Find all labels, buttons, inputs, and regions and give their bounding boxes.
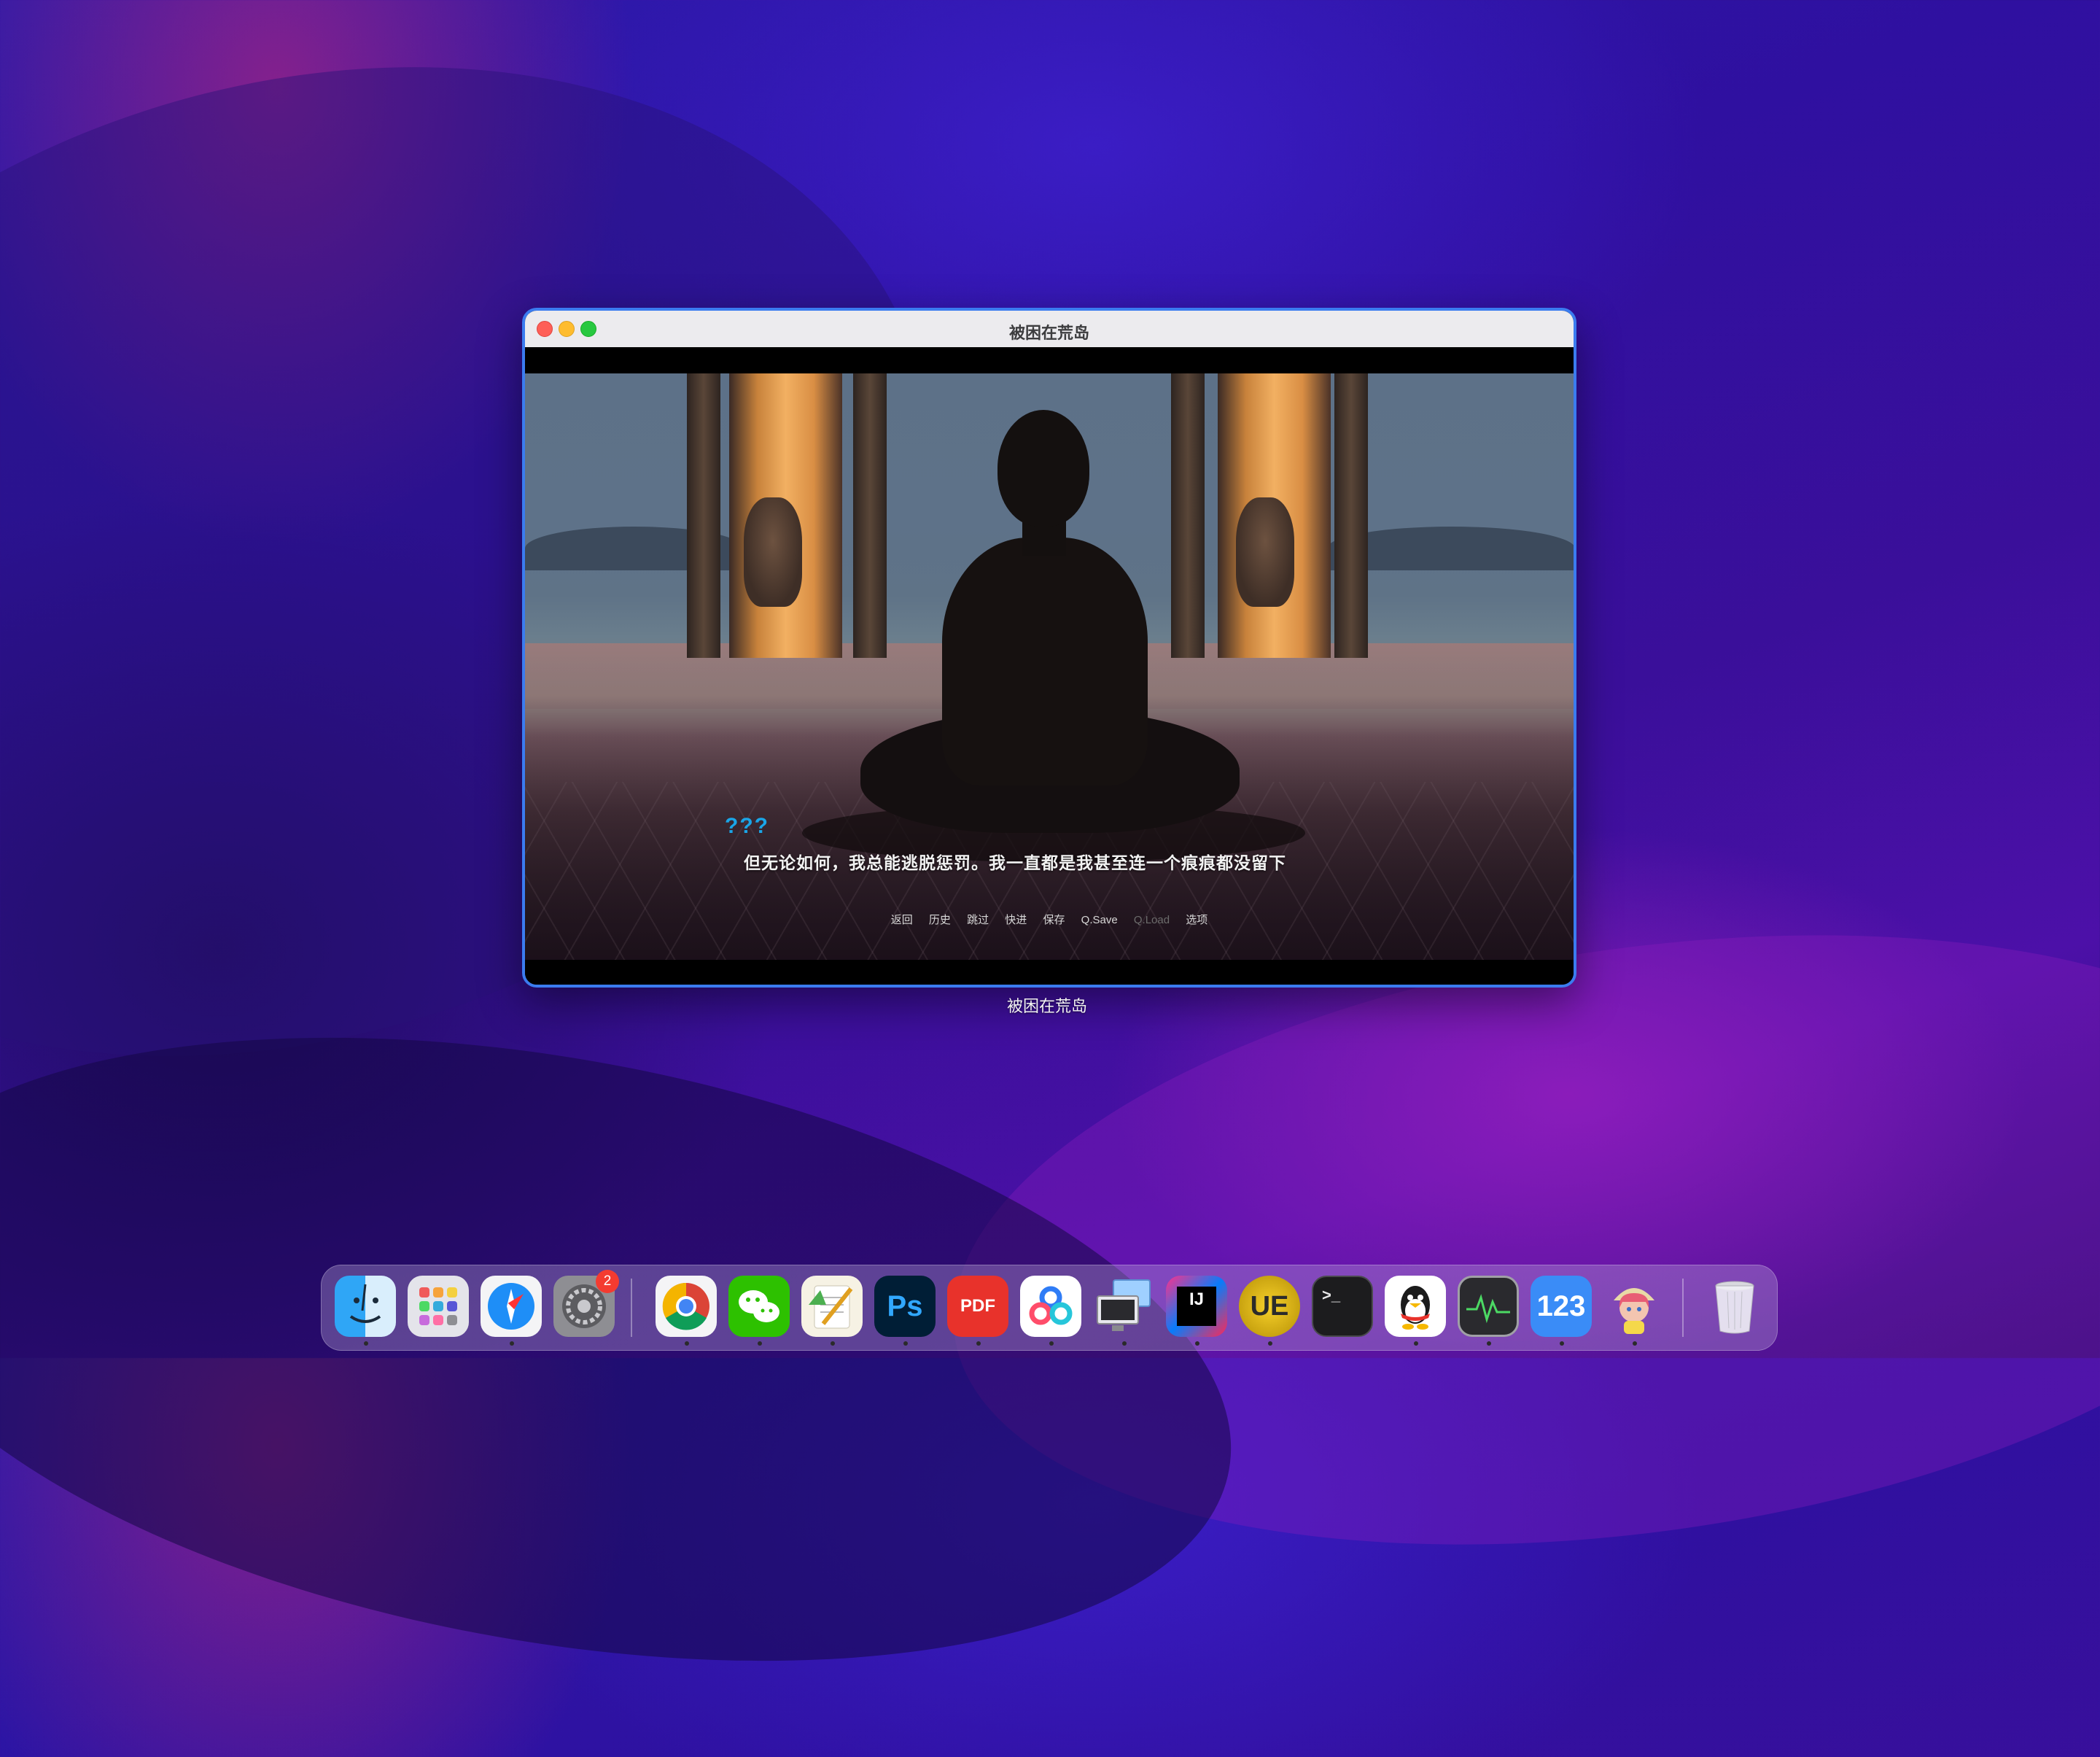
window-titlebar[interactable]: 被困在荒岛 [525,311,1574,348]
dock-separator [631,1279,632,1337]
scene-pillar [853,373,887,658]
quick-menu-save[interactable]: 保存 [1043,912,1065,927]
quick-menu-history[interactable]: 历史 [929,912,951,927]
running-indicator [831,1341,835,1346]
quick-menu-quick-load[interactable]: Q.Load [1134,914,1170,926]
scene-urn [1236,497,1294,607]
screen-sharing-icon[interactable] [1093,1276,1154,1337]
wechat-icon[interactable] [728,1276,790,1337]
running-indicator [1268,1341,1272,1346]
quick-menu: 返回 历史 跳过 快进 保存 Q.Save Q.Load 选项 [525,912,1574,927]
running-indicator [1560,1341,1564,1346]
123-pan-icon[interactable]: 123 [1531,1276,1592,1337]
running-indicator [1487,1341,1491,1346]
running-indicator [510,1341,514,1346]
running-indicator [1414,1341,1418,1346]
scene-pillar [687,373,720,658]
intellij-label: IJ [1177,1287,1216,1326]
running-indicator [903,1341,908,1346]
textedit-icon[interactable] [801,1276,863,1337]
game-view[interactable]: ??? 但无论如何，我总能逃脱惩罚。我一直都是我甚至连一个痕痕都没留下 返回 历… [525,347,1574,985]
qq-icon[interactable] [1385,1276,1446,1337]
system-settings-icon[interactable]: 2 [553,1270,619,1337]
quick-menu-back[interactable]: 返回 [891,912,913,927]
game-window[interactable]: 被困在荒岛 ??? 但无论如何，我总能逃脱惩罚。我一直都是我甚至连一个痕痕都没留… [522,308,1576,988]
running-indicator [1633,1341,1637,1346]
quick-menu-auto[interactable]: 快进 [1005,912,1027,927]
scene-urn [744,497,802,607]
speaker-name: ??? [725,814,769,838]
123-pan-label: 123 [1531,1276,1592,1337]
terminal-icon[interactable]: >_ [1312,1276,1373,1337]
launchpad-icon[interactable] [408,1276,469,1337]
running-indicator [1049,1341,1054,1346]
running-indicator [685,1341,689,1346]
photoshop-label: Ps [874,1276,936,1337]
running-indicator [758,1341,762,1346]
dock: 2 Ps PDF IJ UE >_ 123 [321,1265,1778,1351]
scene-pillar [1334,373,1368,658]
running-indicator [976,1341,981,1346]
character-silhouette-head [998,410,1089,527]
dialogue-text[interactable]: 但无论如何，我总能逃脱惩罚。我一直都是我甚至连一个痕痕都没留下 [744,849,1286,874]
quick-menu-skip[interactable]: 跳过 [967,912,989,927]
finder-icon[interactable] [335,1276,396,1337]
window-label: 被困在荒岛 [1006,997,1087,1015]
scene-pillar [1171,373,1205,658]
intellij-idea-icon[interactable]: IJ [1166,1276,1227,1337]
dock-separator [1682,1279,1684,1337]
character-silhouette-torso [942,538,1148,786]
terminal-label: >_ [1312,1276,1373,1337]
running-indicator [1122,1341,1127,1346]
running-indicator [364,1341,368,1346]
pdf-label: PDF [947,1276,1008,1337]
game-app-icon[interactable] [1603,1276,1665,1337]
ultraedit-icon[interactable]: UE [1239,1276,1300,1337]
quick-menu-quick-save[interactable]: Q.Save [1081,914,1118,926]
baidu-netdisk-icon[interactable] [1020,1276,1081,1337]
ultraedit-label: UE [1239,1276,1300,1337]
quick-menu-preferences[interactable]: 选项 [1186,912,1208,927]
notification-badge: 2 [596,1270,619,1293]
activity-monitor-icon[interactable] [1458,1276,1519,1337]
pdf-expert-icon[interactable]: PDF [947,1276,1008,1337]
trash-icon[interactable] [1704,1276,1765,1337]
safari-icon[interactable] [481,1276,542,1337]
chrome-icon[interactable] [656,1276,717,1337]
window-title: 被困在荒岛 [1008,324,1089,342]
photoshop-icon[interactable]: Ps [874,1276,936,1337]
running-indicator [1195,1341,1199,1346]
